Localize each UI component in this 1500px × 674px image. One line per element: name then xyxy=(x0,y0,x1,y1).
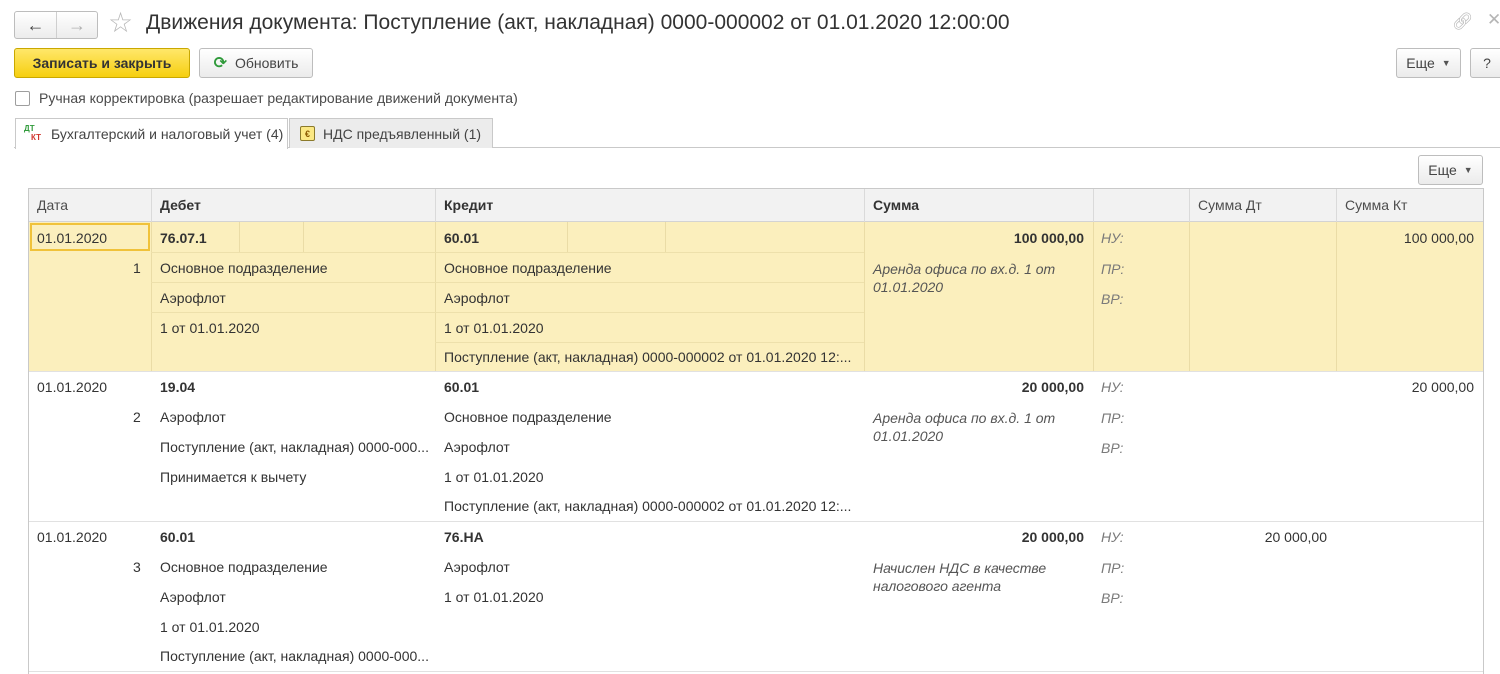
navigation-buttons: ← → xyxy=(14,11,98,39)
tax-label-pr: ПР: xyxy=(1101,560,1125,576)
favorite-star-icon[interactable]: ☆ xyxy=(108,8,133,38)
tab-accounting[interactable]: ДТ КТ Бухгалтерский и налоговый учет (4) xyxy=(15,118,288,149)
debit-subconto: Аэрофлот xyxy=(160,290,226,306)
debit-account: 76.07.1 xyxy=(160,230,207,246)
refresh-icon: ⟳ xyxy=(213,55,227,72)
table-more-button[interactable]: Еще ▼ xyxy=(1418,155,1483,185)
caret-down-icon: ▼ xyxy=(1463,165,1473,175)
sum-dt-value: 20 000,00 xyxy=(1264,529,1327,545)
credit-subconto: Поступление (акт, накладная) 0000-000002… xyxy=(444,498,852,514)
column-header-sum-kt[interactable]: Сумма Кт xyxy=(1336,189,1483,222)
close-icon[interactable]: ✕ xyxy=(1487,10,1500,30)
credit-subconto: Аэрофлот xyxy=(444,559,510,575)
manual-correction-label: Ручная корректировка (разрешает редактир… xyxy=(39,90,518,106)
more-label: Еще xyxy=(1428,162,1457,178)
more-label: Еще xyxy=(1406,55,1435,71)
operation-content: Аренда офиса по вх.д. 1 от 01.01.2020 xyxy=(873,410,1056,444)
table-row[interactable]: 01.01.2020 1 76.07.1 Основное подразделе… xyxy=(29,222,1483,372)
row-date: 01.01.2020 xyxy=(37,529,108,545)
table-header: Дата Дебет Кредит Сумма Сумма Дт Сумма К… xyxy=(29,189,1483,222)
debit-subconto: Основное подразделение xyxy=(160,559,328,575)
credit-subconto: Аэрофлот xyxy=(444,439,510,455)
row-date: 01.01.2020 xyxy=(37,230,108,246)
manual-correction-row: Ручная корректировка (разрешает редактир… xyxy=(15,88,518,108)
manual-correction-checkbox[interactable] xyxy=(15,90,30,106)
debit-subconto: Аэрофлот xyxy=(160,409,226,425)
credit-account: 60.01 xyxy=(444,230,480,246)
tax-label-vr: ВР: xyxy=(1101,590,1124,606)
window-title: Движения документа: Поступление (акт, на… xyxy=(146,11,1010,34)
back-button[interactable]: ← xyxy=(15,12,56,38)
more-menu-button[interactable]: Еще ▼ xyxy=(1396,48,1461,78)
credit-subconto: Поступление (акт, накладная) 0000-000002… xyxy=(444,349,852,365)
credit-subconto: Аэрофлот xyxy=(444,290,510,306)
sum-kt-value: 20 000,00 xyxy=(1411,379,1474,395)
amount-value: 20 000,00 xyxy=(1021,379,1084,395)
amount-value: 20 000,00 xyxy=(1021,529,1084,545)
caret-down-icon: ▼ xyxy=(1441,58,1451,68)
debit-subconto: 1 от 01.01.2020 xyxy=(160,619,260,635)
table-row[interactable]: 01.01.2020 3 60.01 Основное подразделени… xyxy=(29,522,1483,672)
tax-label-nu: НУ: xyxy=(1101,379,1124,395)
tab-label: Бухгалтерский и налоговый учет (4) xyxy=(51,126,284,142)
amount-value: 100 000,00 xyxy=(1013,230,1084,246)
sum-kt-value: 100 000,00 xyxy=(1403,230,1474,246)
row-number: 1 xyxy=(133,260,141,276)
debit-account: 60.01 xyxy=(160,529,196,545)
credit-subconto: Основное подразделение xyxy=(444,409,612,425)
arrow-left-icon: ← xyxy=(26,14,45,35)
column-header-credit[interactable]: Кредит xyxy=(435,189,864,222)
credit-subconto: 1 от 01.01.2020 xyxy=(444,589,544,605)
row-number: 2 xyxy=(133,409,141,425)
credit-subconto: Основное подразделение xyxy=(444,260,612,276)
credit-account: 60.01 xyxy=(444,379,480,395)
credit-subconto: 1 от 01.01.2020 xyxy=(444,320,544,336)
row-number: 3 xyxy=(133,559,141,575)
debit-subconto: Аэрофлот xyxy=(160,589,226,605)
forward-button[interactable]: → xyxy=(55,12,97,38)
column-header-tax[interactable] xyxy=(1093,189,1189,222)
link-icon[interactable]: 🔗︎ xyxy=(1452,12,1474,32)
dt-kt-icon: ДТ КТ xyxy=(24,124,41,142)
operation-content: Начислен НДС в качестве налогового агент… xyxy=(873,560,1047,594)
debit-subconto: Поступление (акт, накладная) 0000-000... xyxy=(160,439,429,455)
refresh-label: Обновить xyxy=(235,55,299,71)
help-button[interactable]: ? xyxy=(1470,48,1500,78)
save-and-close-button[interactable]: Записать и закрыть xyxy=(14,48,190,78)
column-header-amount[interactable]: Сумма xyxy=(864,189,1093,222)
credit-subconto: 1 от 01.01.2020 xyxy=(444,469,544,485)
operation-content: Аренда офиса по вх.д. 1 от 01.01.2020 xyxy=(873,261,1056,295)
title-bar: ← → ☆ Движения документа: Поступление (а… xyxy=(0,0,1500,46)
column-header-date[interactable]: Дата xyxy=(29,189,151,222)
tax-label-nu: НУ: xyxy=(1101,529,1124,545)
vat-register-icon: € xyxy=(300,126,315,141)
tab-vat-presented[interactable]: € НДС предъявленный (1) xyxy=(289,118,493,148)
tax-label-pr: ПР: xyxy=(1101,410,1125,426)
tax-label-vr: ВР: xyxy=(1101,440,1124,456)
movements-table: Дата Дебет Кредит Сумма Сумма Дт Сумма К… xyxy=(28,188,1484,674)
tax-label-nu: НУ: xyxy=(1101,230,1124,246)
tab-label: НДС предъявленный (1) xyxy=(323,125,482,142)
column-header-sum-dt[interactable]: Сумма Дт xyxy=(1189,189,1336,222)
debit-account: 19.04 xyxy=(160,379,196,395)
debit-subconto: Основное подразделение xyxy=(160,260,328,276)
credit-account: 76.НА xyxy=(444,529,484,545)
tax-label-vr: ВР: xyxy=(1101,291,1124,307)
tax-label-pr: ПР: xyxy=(1101,261,1125,277)
refresh-button[interactable]: ⟳ Обновить xyxy=(199,48,313,78)
debit-subconto: Принимается к вычету xyxy=(160,469,307,485)
debit-subconto: 1 от 01.01.2020 xyxy=(160,320,260,336)
arrow-right-icon: → xyxy=(67,14,86,35)
column-header-debit[interactable]: Дебет xyxy=(151,189,435,222)
table-row[interactable]: 01.01.2020 2 19.04 Аэрофлот Поступление … xyxy=(29,372,1483,522)
row-date: 01.01.2020 xyxy=(37,379,108,395)
debit-subconto: Поступление (акт, накладная) 0000-000... xyxy=(160,648,429,664)
